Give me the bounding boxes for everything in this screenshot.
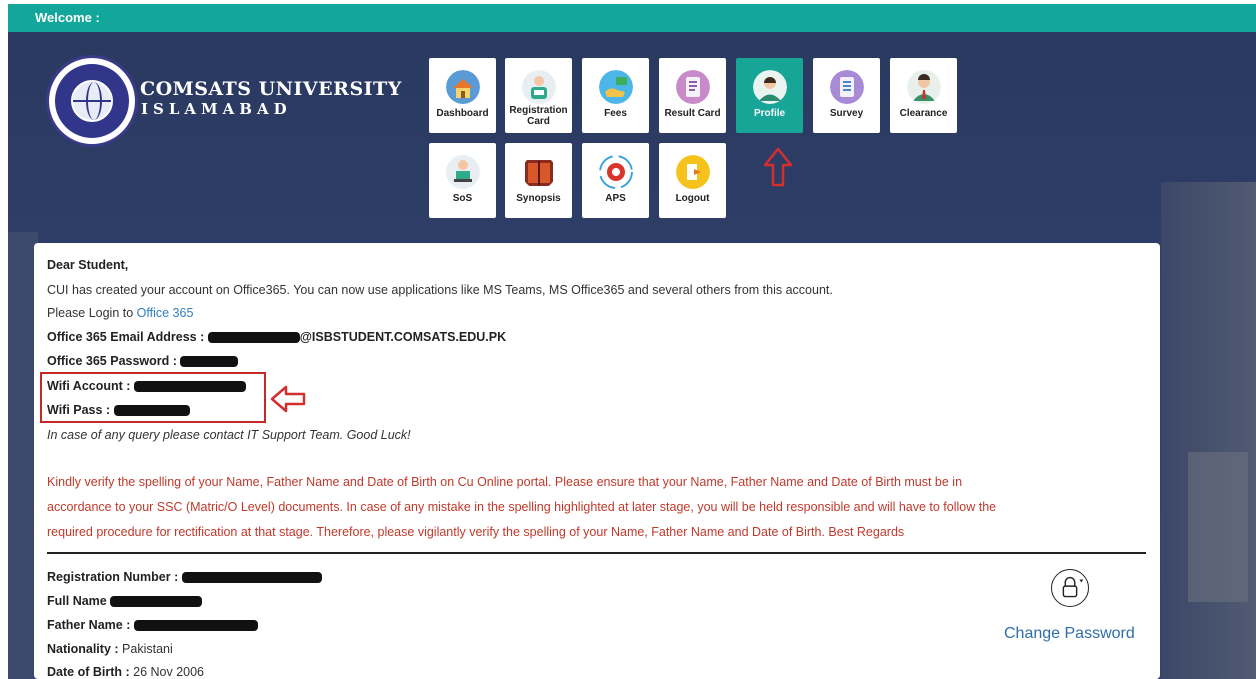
father-name-row: Father Name : (47, 618, 258, 632)
wifi-highlight-box (40, 372, 266, 423)
warning-line-1: Kindly verify the spelling of your Name,… (47, 475, 963, 489)
university-logo (46, 55, 138, 147)
left-margin (0, 0, 8, 679)
login-prefix: Please Login to (47, 306, 137, 320)
tile-survey[interactable]: Survey (813, 58, 880, 133)
greeting: Dear Student, (47, 258, 129, 272)
survey-icon (830, 70, 864, 104)
user-icon (753, 70, 787, 104)
tile-result-card[interactable]: Result Card (659, 58, 726, 133)
welcome-bar: Welcome : (8, 4, 1256, 32)
globe-icon (71, 80, 113, 122)
tile-label: APS (605, 193, 626, 204)
tile-label: Clearance (899, 108, 948, 119)
background-decor-right (1161, 182, 1256, 679)
tile-label: Survey (829, 108, 864, 119)
tile-profile[interactable]: Profile (736, 58, 803, 133)
university-city: ISLAMABAD (141, 100, 292, 118)
person-id-icon (522, 70, 556, 104)
nationality-label: Nationality : (47, 642, 119, 656)
redacted-value (207, 332, 300, 344)
tile-aps[interactable]: APS (582, 143, 649, 218)
redacted-value (180, 356, 239, 368)
tile-label: Synopsis (516, 193, 561, 204)
red-arrow-up-icon (763, 147, 793, 187)
red-arrow-left-icon (270, 385, 306, 413)
house-icon (446, 70, 480, 104)
support-text: In case of any query please contact IT S… (47, 428, 411, 442)
tile-label: Registration Card (509, 105, 568, 127)
full-name-row: Full Name (47, 594, 203, 608)
gear-icon (599, 155, 633, 189)
full-name-label: Full Name (47, 594, 107, 608)
redacted-value (181, 572, 322, 584)
password-label: Office 365 Password : (47, 354, 177, 368)
redacted-value (133, 620, 258, 632)
father-name-label: Father Name : (47, 618, 131, 632)
nationality-value: Pakistani (122, 642, 173, 656)
lock-reset-icon[interactable] (1051, 569, 1089, 607)
dob-row: Date of Birth : 26 Nov 2006 (47, 665, 204, 679)
warning-line-2: accordance to your SSC (Matric/O Level) … (47, 500, 997, 514)
hand-money-icon (599, 70, 633, 104)
nationality-row: Nationality : Pakistani (47, 642, 173, 656)
change-password-link[interactable]: Change Password (1004, 625, 1135, 643)
divider (47, 552, 1146, 554)
tile-clearance[interactable]: Clearance (890, 58, 957, 133)
tile-fees[interactable]: Fees (582, 58, 649, 133)
tile-label: Result Card (664, 108, 721, 119)
tile-synopsis[interactable]: Synopsis (505, 143, 572, 218)
tile-sos[interactable]: SoS (429, 143, 496, 218)
tile-label: Profile (753, 108, 786, 119)
content-card (34, 243, 1160, 679)
login-line: Please Login to Office 365 (47, 306, 193, 320)
redacted-value (110, 596, 203, 608)
tile-label: Dashboard (436, 108, 489, 119)
logout-icon (676, 155, 710, 189)
background-decor-figure (1188, 452, 1248, 602)
welcome-text: Welcome : (35, 10, 100, 25)
book-icon (525, 160, 553, 186)
tile-logout[interactable]: Logout (659, 143, 726, 218)
university-name: COMSATS UNIVERSITY (140, 78, 402, 100)
warning-line-3: required procedure for rectification at … (47, 525, 905, 539)
dob-label: Date of Birth : (47, 665, 130, 679)
email-row: Office 365 Email Address : @ISBSTUDENT.C… (47, 330, 506, 344)
person-tie-icon (907, 70, 941, 104)
person-laptop-icon (446, 155, 480, 189)
tile-label: Logout (675, 193, 710, 204)
tile-label: SoS (452, 193, 473, 204)
tile-label: Fees (604, 108, 627, 119)
email-value: @ISBSTUDENT.COMSATS.EDU.PK (299, 330, 507, 344)
account-created-text: CUI has created your account on Office36… (47, 283, 833, 297)
office365-link[interactable]: Office 365 (137, 306, 194, 320)
document-icon (676, 70, 710, 104)
tile-dashboard[interactable]: Dashboard (429, 58, 496, 133)
dob-value: 26 Nov 2006 (133, 665, 205, 679)
tile-registration-card[interactable]: Registration Card (505, 58, 572, 133)
registration-row: Registration Number : (47, 570, 322, 584)
password-row: Office 365 Password : (47, 354, 239, 368)
email-label: Office 365 Email Address : (47, 330, 205, 344)
registration-label: Registration Number : (47, 570, 179, 584)
